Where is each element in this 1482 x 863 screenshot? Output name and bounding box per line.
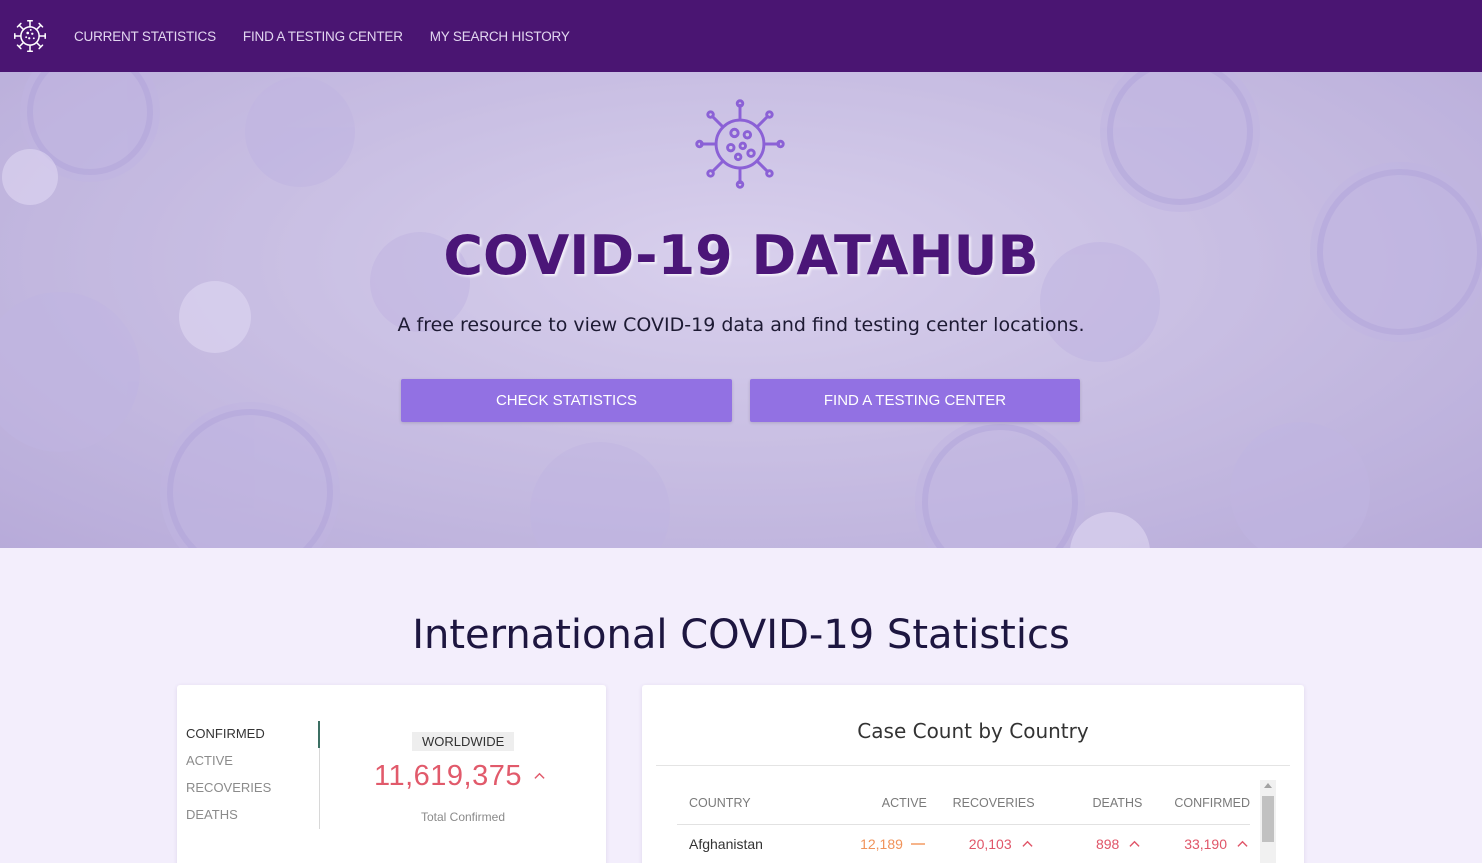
header-deaths[interactable]: DEATHS [1035,796,1143,810]
header-active[interactable]: ACTIVE [814,796,927,810]
hero-title: COVID-19 DATAHUB [443,224,1039,287]
hero-banner: COVID-19 DATAHUB A free resource to view… [0,72,1482,548]
chevron-up-icon [1237,840,1248,847]
cell-recoveries: 20,103 [927,836,1035,852]
cell-active: 12,189 [814,836,927,852]
table-scrollbar[interactable] [1260,780,1276,863]
country-table-card: Case Count by Country COUNTRY ACTIVE REC… [642,685,1304,863]
recoveries-value: 20,103 [968,836,1012,852]
header-confirmed[interactable]: CONFIRMED [1142,796,1250,810]
country-table: COUNTRY ACTIVE RECOVERIES DEATHS CONFIRM… [677,781,1250,863]
nav-link-current-statistics[interactable]: CURRENT STATISTICS [74,29,216,44]
chevron-up-icon [1129,840,1140,847]
chevron-up-icon [1022,840,1033,847]
check-statistics-button[interactable]: CHECK STATISTICS [401,379,732,422]
chevron-up-icon [534,772,545,779]
flat-trend-icon [910,843,925,845]
hero-subtitle: A free resource to view COVID-19 data an… [397,314,1085,336]
nav-link-search-history[interactable]: MY SEARCH HISTORY [430,29,570,44]
active-indicator [318,721,320,748]
scroll-up-arrow-icon[interactable] [1264,783,1272,788]
cell-confirmed: 33,190 [1142,836,1250,852]
worldwide-value: 11,619,375 [374,760,545,793]
confirmed-value: 33,190 [1184,836,1228,852]
virus-icon [694,98,786,190]
stat-menu-active[interactable]: ACTIVE [186,748,319,775]
country-table-title: Case Count by Country [857,719,1089,743]
header-recoveries[interactable]: RECOVERIES [927,796,1035,810]
stat-menu-confirmed[interactable]: CONFIRMED [186,721,319,748]
top-navbar: CURRENT STATISTICS FIND A TESTING CENTER… [0,0,1482,72]
worldwide-badge: WORLDWIDE [412,732,515,751]
cell-country: Afghanistan [689,836,763,852]
divider [656,765,1290,766]
worldwide-stats-card: CONFIRMED ACTIVE RECOVERIES DEATHS WORLD… [177,685,606,863]
stat-menu-recoveries[interactable]: RECOVERIES [186,775,319,802]
scroll-thumb[interactable] [1262,796,1274,842]
virus-icon[interactable] [10,16,50,56]
table-header: COUNTRY ACTIVE RECOVERIES DEATHS CONFIRM… [677,781,1250,825]
table-row[interactable]: Afghanistan 12,189 20,103 898 33,190 [677,825,1250,863]
find-testing-center-button[interactable]: FIND A TESTING CENTER [750,379,1080,422]
deaths-value: 898 [1095,836,1120,852]
nav-link-find-testing-center[interactable]: FIND A TESTING CENTER [243,29,403,44]
worldwide-value-number: 11,619,375 [374,760,522,792]
cell-deaths: 898 [1035,836,1143,852]
section-title: International COVID-19 Statistics [412,612,1070,658]
header-country[interactable]: COUNTRY [677,796,814,810]
active-value: 12,189 [860,836,903,852]
